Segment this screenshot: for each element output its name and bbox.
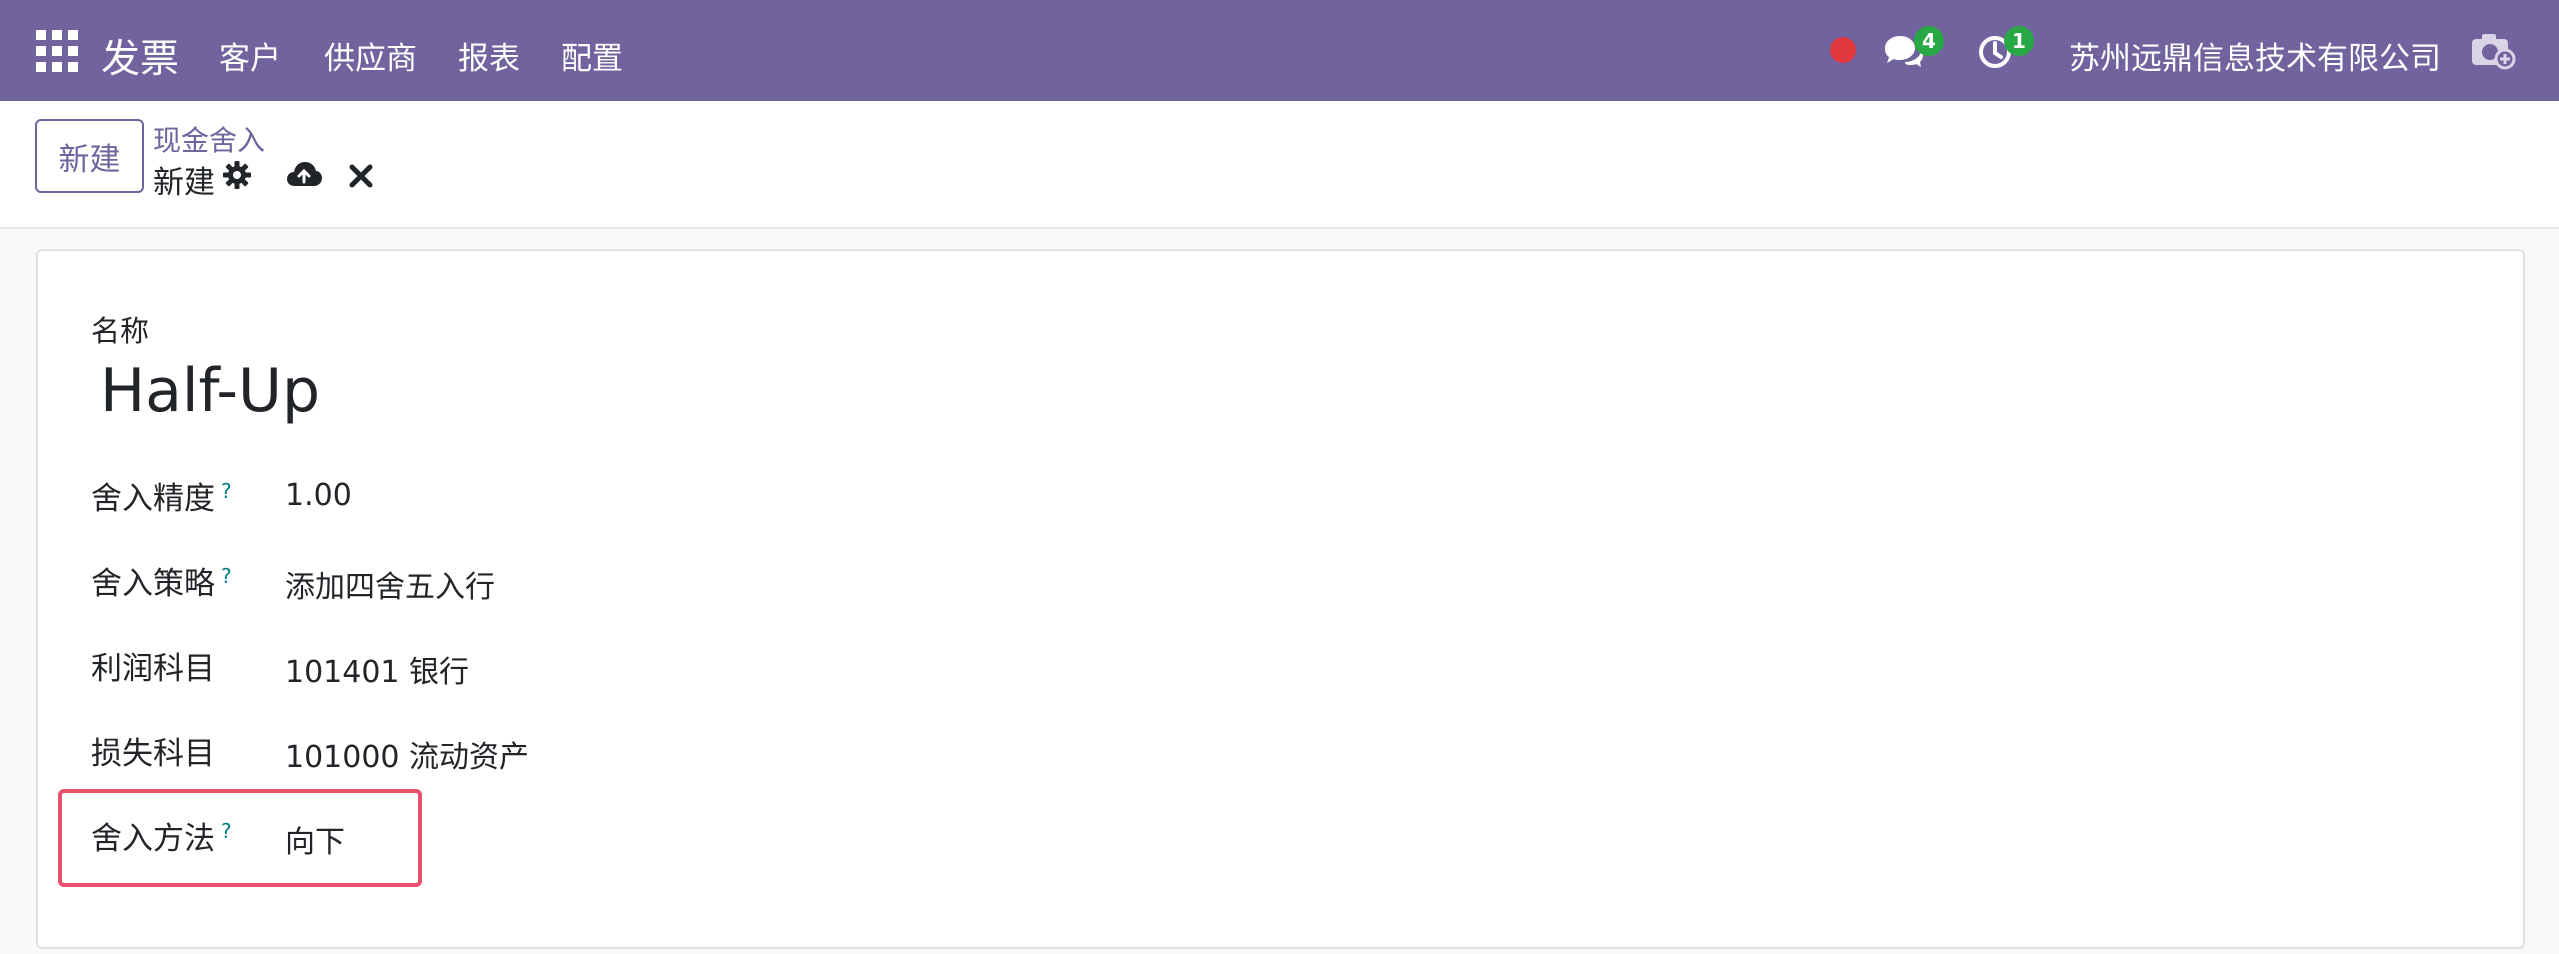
menu-configuration[interactable]: 配置 bbox=[561, 33, 623, 78]
rounding-precision-field[interactable]: 1.00 bbox=[285, 478, 352, 513]
menu-vendors[interactable]: 供应商 bbox=[324, 33, 417, 78]
rounding-strategy-label: 舍入策略? bbox=[91, 563, 232, 602]
rounding-precision-label: 舍入精度? bbox=[91, 478, 232, 517]
messages-badge: 4 bbox=[1914, 26, 1944, 56]
top-navbar: 发票 客户 供应商 报表 配置 4 1 苏州远鼎信息技术有限公司 bbox=[0, 0, 2559, 101]
help-tooltip-icon[interactable]: ? bbox=[221, 564, 232, 588]
rounding-method-label: 舍入方法? bbox=[91, 818, 232, 857]
menu-customers[interactable]: 客户 bbox=[219, 33, 281, 78]
apps-grid-icon[interactable] bbox=[36, 30, 78, 72]
loss-account-field[interactable]: 101000 流动资产 bbox=[285, 732, 529, 776]
name-field[interactable]: Half-Up bbox=[100, 356, 320, 426]
menu-reports[interactable]: 报表 bbox=[458, 33, 520, 78]
profit-account-label: 利润科目 bbox=[91, 651, 215, 687]
breadcrumb-parent-link[interactable]: 现金舍入 bbox=[153, 119, 265, 159]
profit-account-field[interactable]: 101401 银行 bbox=[285, 647, 469, 691]
form-sheet: 名称 Half-Up 舍入精度? 1.00 舍入策略? 添加四舍五入行 利润科目… bbox=[36, 249, 2525, 949]
breadcrumb-current: 新建 bbox=[153, 165, 215, 201]
camera-icon[interactable] bbox=[2470, 30, 2516, 70]
rounding-method-field[interactable]: 向下 bbox=[285, 817, 345, 861]
gear-icon[interactable] bbox=[222, 160, 252, 190]
activities-badge: 1 bbox=[2004, 26, 2034, 56]
loss-account-label: 损失科目 bbox=[91, 736, 215, 772]
cloud-upload-icon[interactable] bbox=[286, 160, 322, 190]
control-panel: 新建 现金舍入 新建 bbox=[0, 101, 2559, 229]
name-label: 名称 bbox=[91, 314, 150, 348]
discard-icon[interactable] bbox=[348, 163, 374, 189]
help-tooltip-icon[interactable]: ? bbox=[221, 819, 232, 843]
app-brand[interactable]: 发票 bbox=[101, 28, 179, 84]
red-dot-icon[interactable] bbox=[1830, 37, 1856, 63]
company-switcher[interactable]: 苏州远鼎信息技术有限公司 bbox=[2069, 33, 2441, 78]
new-button[interactable]: 新建 bbox=[35, 119, 144, 193]
rounding-strategy-field[interactable]: 添加四舍五入行 bbox=[285, 562, 495, 606]
help-tooltip-icon[interactable]: ? bbox=[221, 479, 232, 503]
